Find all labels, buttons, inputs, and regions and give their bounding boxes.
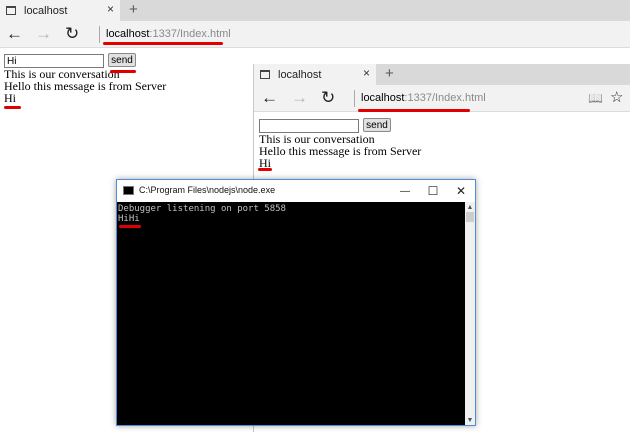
- back-icon[interactable]: ←: [261, 87, 278, 109]
- address-separator: [354, 90, 355, 107]
- close-tab-icon[interactable]: ×: [363, 66, 370, 80]
- console-title: C:\Program Files\nodejs\node.exe: [139, 185, 276, 195]
- minimize-icon[interactable]: —: [391, 181, 419, 201]
- send-button[interactable]: send: [363, 118, 391, 132]
- page-content: send This is our conversation Hello this…: [259, 118, 499, 178]
- received-message-line: Hi: [4, 91, 16, 105]
- server-message-line: Hello this message is from Server: [4, 79, 167, 93]
- annotation-underline-send: [110, 70, 136, 73]
- scroll-thumb[interactable]: [466, 212, 474, 222]
- page-icon: [6, 6, 16, 15]
- maximize-icon[interactable]: ☐: [419, 181, 447, 201]
- annotation-underline-hi: [4, 106, 21, 109]
- annotation-underline-address: [103, 42, 223, 45]
- message-input[interactable]: [259, 119, 359, 133]
- console-scrollbar[interactable]: ▲ ▼: [465, 202, 475, 425]
- back-icon[interactable]: ←: [6, 23, 23, 45]
- address-bar[interactable]: localhost:1337/Index.html: [361, 92, 486, 104]
- forward-icon[interactable]: →: [291, 87, 308, 109]
- tab-strip: localhost × +: [254, 64, 630, 85]
- tab-localhost[interactable]: localhost ×: [0, 0, 120, 21]
- console-app-icon: [123, 186, 134, 195]
- scroll-down-icon[interactable]: ▼: [465, 415, 475, 425]
- tab-title: localhost: [278, 68, 322, 81]
- annotation-underline-hi: [258, 168, 272, 171]
- tab-title: localhost: [24, 4, 68, 17]
- message-input[interactable]: [4, 54, 104, 68]
- send-button[interactable]: send: [108, 53, 136, 67]
- address-separator: [99, 26, 100, 43]
- new-tab-icon[interactable]: +: [385, 65, 394, 82]
- refresh-icon[interactable]: ↻: [321, 87, 335, 109]
- scroll-up-icon[interactable]: ▲: [465, 202, 475, 212]
- close-tab-icon[interactable]: ×: [107, 2, 114, 16]
- navigation-bar: ← → ↻ localhost:1337/Index.html 📖 ☆: [254, 85, 630, 112]
- navigation-bar: ← → ↻ localhost:1337/Index.html: [0, 21, 630, 48]
- console-titlebar[interactable]: C:\Program Files\nodejs\node.exe — ☐ ✕: [117, 180, 475, 202]
- new-tab-icon[interactable]: +: [129, 1, 138, 18]
- server-message-line: Hello this message is from Server: [259, 144, 422, 158]
- console-window: C:\Program Files\nodejs\node.exe — ☐ ✕ D…: [116, 179, 476, 426]
- tab-strip: localhost × +: [0, 0, 630, 21]
- page-content: send This is our conversation Hello this…: [4, 53, 244, 133]
- annotation-underline-hihi: [119, 225, 141, 228]
- address-bar[interactable]: localhost:1337/Index.html: [106, 28, 231, 40]
- console-output: Debugger listening on port 5858 HiHi: [117, 202, 465, 425]
- favorite-star-icon[interactable]: ☆: [610, 87, 623, 109]
- close-icon[interactable]: ✕: [447, 181, 475, 201]
- annotation-underline-address: [358, 109, 470, 112]
- tab-localhost[interactable]: localhost ×: [254, 64, 376, 85]
- console-line-messages: HiHi: [118, 214, 140, 224]
- refresh-icon[interactable]: ↻: [65, 23, 79, 45]
- page-icon: [260, 70, 270, 79]
- forward-icon[interactable]: →: [35, 23, 52, 45]
- console-line-debugger: Debugger listening on port 5858: [118, 204, 286, 214]
- reading-view-icon[interactable]: 📖: [588, 87, 603, 109]
